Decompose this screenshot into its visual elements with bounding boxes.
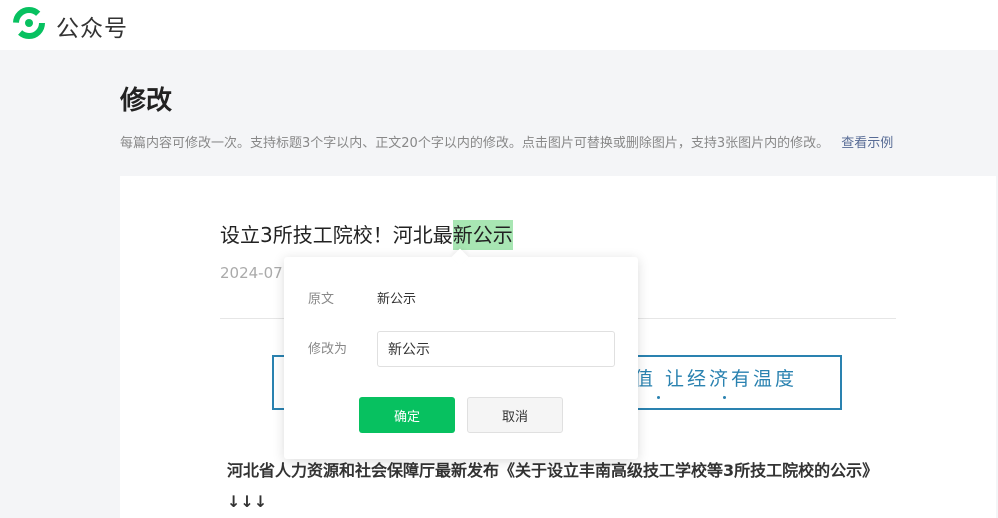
article-title-text[interactable]: 设立3所技工院校！河北最 — [220, 223, 453, 247]
view-example-link[interactable]: 查看示例 — [841, 136, 893, 151]
original-label: 原文 — [308, 292, 335, 307]
banner-dot-left — [657, 396, 660, 399]
article-body-paragraph[interactable]: 河北省人力资源和社会保障厅最新发布《关于设立丰南高级技工学校等3所技工院校的公示… — [227, 455, 897, 517]
wechat-official-account-logo-icon[interactable] — [12, 6, 46, 40]
original-value: 新公示 — [377, 292, 417, 307]
banner-text: 值 让经济有温度 — [634, 368, 798, 390]
confirm-button[interactable]: 确定 — [359, 397, 455, 433]
modify-input[interactable] — [377, 331, 615, 367]
modify-label: 修改为 — [308, 342, 348, 357]
top-bar: 公众号 — [0, 0, 998, 50]
page-description: 每篇内容可修改一次。支持标题3个字以内、正文20个字以内的修改。点击图片可替换或… — [120, 132, 893, 151]
cancel-button[interactable]: 取消 — [467, 397, 563, 433]
article-title-selected-text[interactable]: 新公示 — [452, 220, 513, 250]
banner-dot-right — [723, 396, 726, 399]
article-date: 2024-07 — [220, 264, 283, 282]
page-title: 修改 — [120, 86, 173, 116]
article-title[interactable]: 设立3所技工院校！河北最新公示 — [220, 219, 513, 250]
description-text: 每篇内容可修改一次。支持标题3个字以内、正文20个字以内的修改。点击图片可替换或… — [120, 136, 830, 151]
brand-name[interactable]: 公众号 — [56, 9, 128, 43]
